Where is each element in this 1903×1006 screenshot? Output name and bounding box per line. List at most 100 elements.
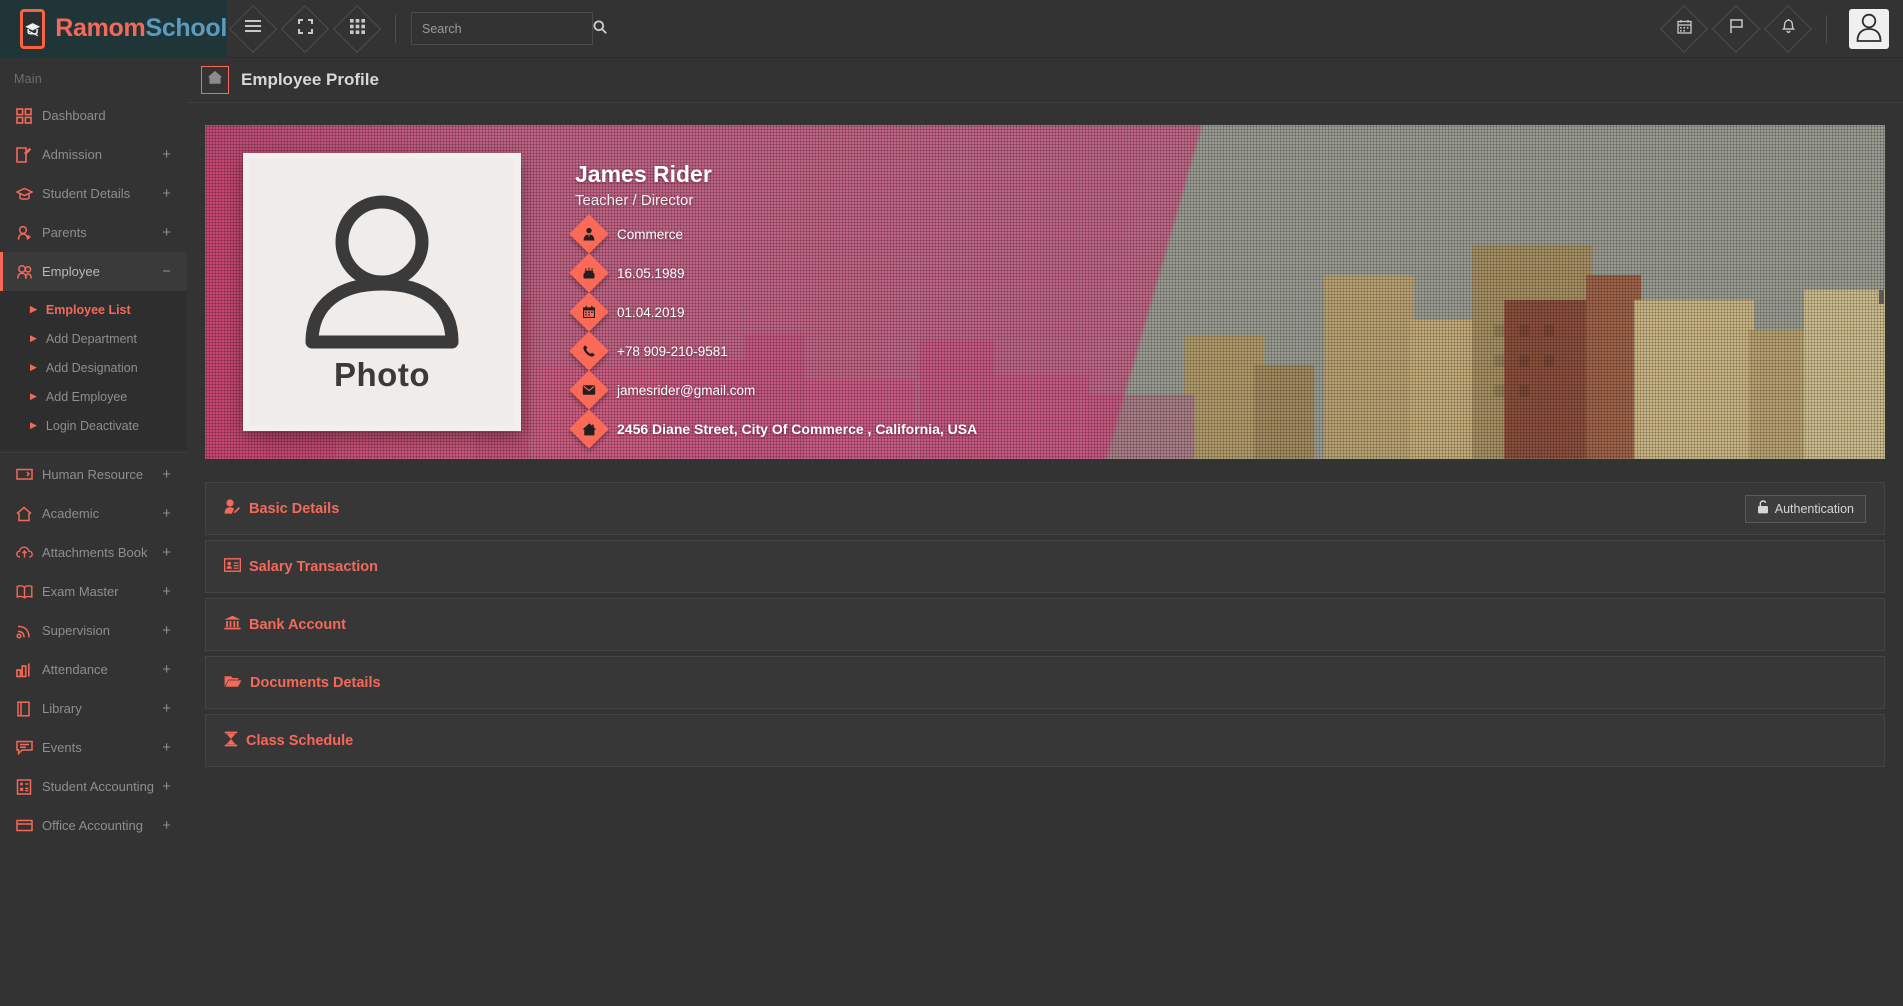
sidebar-item-label: Office Accounting — [42, 818, 143, 833]
sidebar-item-office-accounting[interactable]: Office Accounting + — [0, 806, 187, 845]
accordion-item-salary-transaction[interactable]: Salary Transaction — [205, 540, 1885, 593]
sidebar-item-admission[interactable]: Admission + — [0, 135, 187, 174]
accordion-label: Salary Transaction — [249, 558, 378, 575]
calculator-icon — [16, 778, 42, 795]
sidebar-item-label: Human Resource — [42, 467, 144, 482]
sidebar-item-label: Exam Master — [42, 584, 119, 599]
banner-scroll-indicator — [1879, 290, 1884, 304]
open-book-icon — [16, 584, 42, 600]
expand-icon[interactable]: + — [162, 584, 187, 599]
fullscreen-button[interactable] — [282, 6, 328, 52]
flag-button[interactable] — [1713, 6, 1759, 52]
expand-icon[interactable]: + — [162, 818, 187, 833]
search-button[interactable] — [593, 13, 607, 44]
bell-icon — [1781, 18, 1796, 39]
profile-row-address: 2456 Diane Street, City Of Commerce , Ca… — [569, 409, 977, 449]
expand-icon[interactable]: + — [162, 186, 187, 201]
expand-icon[interactable]: + — [162, 506, 187, 521]
sidebar-item-events[interactable]: Events + — [0, 728, 187, 767]
sidebar-subitem-add-designation[interactable]: ▶ Add Designation — [0, 353, 187, 382]
profile-accordion: Basic Details Authentication Salary Tran… — [205, 482, 1885, 767]
sidebar-item-label: Attendance — [42, 662, 108, 677]
profile-row-joindate: 01.04.2019 — [569, 292, 977, 332]
presentation-icon — [16, 467, 42, 483]
bar-chart-icon — [16, 662, 42, 678]
profile-row-email: jamesrider@gmail.com — [569, 370, 977, 410]
page-title: Employee Profile — [241, 70, 379, 89]
sidebar-divider — [0, 452, 187, 453]
cloud-upload-icon — [16, 545, 42, 560]
expand-icon[interactable]: + — [162, 467, 187, 482]
profile-row-birthday: 16.05.1989 — [569, 253, 977, 293]
sidebar-item-parents[interactable]: Parents + — [0, 213, 187, 252]
menu-toggle-button[interactable] — [230, 6, 276, 52]
sidebar-item-academic[interactable]: Academic + — [0, 494, 187, 533]
birthday-cake-icon — [569, 253, 609, 293]
apps-button[interactable] — [334, 6, 380, 52]
profile-row-phone: +78 909-210-9581 — [569, 331, 977, 371]
sidebar-item-student-accounting[interactable]: Student Accounting + — [0, 767, 187, 806]
employee-name: James Rider — [575, 161, 712, 187]
accordion-item-documents-details[interactable]: Documents Details — [205, 656, 1885, 709]
expand-icon[interactable]: + — [162, 740, 187, 755]
sidebar-item-label: Attachments Book — [42, 545, 148, 560]
expand-icon[interactable]: + — [162, 779, 187, 794]
caret-right-icon: ▶ — [30, 362, 37, 372]
profile-banner: Photo James Rider Teacher / Director Com… — [205, 125, 1885, 459]
sidebar-item-human-resource[interactable]: Human Resource + — [0, 455, 187, 494]
expand-icon[interactable]: + — [162, 701, 187, 716]
search-box[interactable] — [411, 12, 607, 45]
sidebar-item-employee[interactable]: Employee − — [0, 252, 187, 291]
home-icon — [569, 409, 609, 449]
id-card-icon — [223, 557, 242, 576]
caret-right-icon: ▶ — [30, 304, 37, 314]
collapse-icon[interactable]: − — [162, 264, 187, 279]
home-icon — [16, 506, 42, 522]
sidebar-subitem-add-employee[interactable]: ▶ Add Employee — [0, 382, 187, 411]
expand-icon[interactable]: + — [162, 545, 187, 560]
sidebar-item-library[interactable]: Library + — [0, 689, 187, 728]
sidebar-item-dashboard[interactable]: Dashboard — [0, 96, 187, 135]
expand-icon[interactable]: + — [162, 225, 187, 240]
sidebar-subitem-label: Add Department — [45, 331, 137, 346]
user-plus-icon — [16, 225, 42, 241]
sidebar-item-attendance[interactable]: Attendance + — [0, 650, 187, 689]
employee-photo[interactable]: Photo — [243, 153, 521, 431]
caret-right-icon: ▶ — [30, 333, 37, 343]
main-content: Employee Profile Photo James Rider Teach… — [187, 58, 1903, 1006]
accordion-item-basic-details[interactable]: Basic Details Authentication — [205, 482, 1885, 535]
top-navbar: RamomSchool — [0, 0, 1903, 58]
search-input[interactable] — [412, 13, 593, 44]
sidebar-subitem-employee-list[interactable]: ▶ Employee List — [0, 295, 187, 324]
calendar-icon — [1676, 19, 1692, 39]
expand-icon[interactable]: + — [162, 623, 187, 638]
authentication-button[interactable]: Authentication — [1744, 494, 1866, 523]
folder-open-icon — [224, 674, 242, 692]
accordion-title: Bank Account — [224, 615, 346, 634]
notifications-button[interactable] — [1765, 6, 1811, 52]
avatar[interactable] — [1849, 8, 1889, 49]
bank-icon — [224, 615, 241, 634]
sidebar-item-label: Student Accounting — [42, 779, 155, 794]
sidebar-subitem-login-deactivate[interactable]: ▶ Login Deactivate — [0, 411, 187, 440]
sidebar-item-label: Events — [42, 740, 82, 755]
sidebar-item-label: Parents — [42, 225, 87, 240]
sidebar-item-attachments-book[interactable]: Attachments Book + — [0, 533, 187, 572]
brand-logo-area[interactable]: RamomSchool — [0, 0, 227, 58]
calendar-button[interactable] — [1661, 6, 1707, 52]
accordion-item-class-schedule[interactable]: Class Schedule — [205, 714, 1885, 767]
sidebar-item-label: Admission — [42, 147, 102, 162]
sidebar-item-exam-master[interactable]: Exam Master + — [0, 572, 187, 611]
accordion-item-bank-account[interactable]: Bank Account — [205, 598, 1885, 651]
graduation-cap-icon — [16, 186, 42, 202]
sidebar-item-supervision[interactable]: Supervision + — [0, 611, 187, 650]
expand-icon[interactable]: + — [162, 662, 187, 677]
expand-icon[interactable]: + — [162, 147, 187, 162]
home-breadcrumb-button[interactable] — [201, 66, 229, 94]
phone-icon — [569, 331, 609, 371]
employee-joindate: 01.04.2019 — [617, 304, 685, 320]
employee-tie-icon — [569, 214, 609, 254]
sidebar-item-student-details[interactable]: Student Details + — [0, 174, 187, 213]
search-icon — [593, 20, 607, 37]
sidebar-subitem-add-department[interactable]: ▶ Add Department — [0, 324, 187, 353]
